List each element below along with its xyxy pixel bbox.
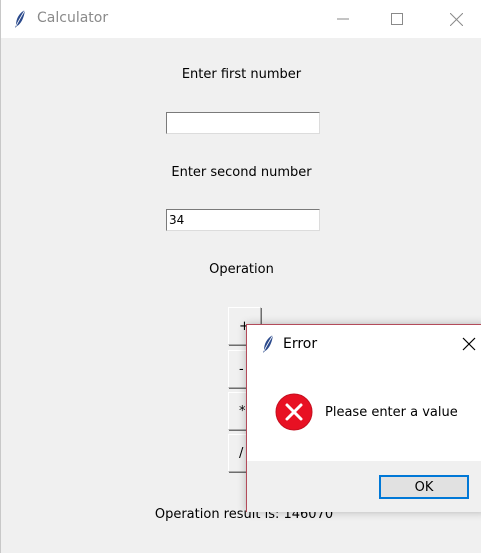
dialog-title-bar[interactable]: Error bbox=[247, 325, 481, 363]
operation-label: Operation bbox=[209, 262, 274, 277]
close-icon[interactable] bbox=[461, 336, 477, 352]
second-number-label: Enter second number bbox=[171, 165, 312, 180]
maximize-button[interactable] bbox=[374, 0, 420, 38]
dialog-footer: OK bbox=[247, 461, 481, 512]
first-number-label: Enter first number bbox=[181, 67, 302, 82]
minimize-button[interactable] bbox=[320, 0, 366, 38]
minimize-icon bbox=[337, 18, 349, 20]
dialog-message: Please enter a value bbox=[325, 405, 458, 420]
window-title: Calculator bbox=[37, 10, 109, 26]
title-bar[interactable]: Calculator bbox=[1, 0, 481, 38]
maximize-icon bbox=[391, 13, 403, 25]
close-button[interactable] bbox=[433, 0, 479, 38]
first-number-input[interactable] bbox=[166, 112, 320, 134]
ok-button[interactable]: OK bbox=[379, 475, 469, 499]
error-icon bbox=[275, 393, 313, 431]
feather-icon bbox=[263, 334, 274, 353]
error-dialog: Error Please enter a value OK bbox=[246, 324, 481, 512]
dialog-body: Please enter a value bbox=[247, 363, 481, 461]
feather-icon bbox=[15, 9, 26, 28]
second-number-input[interactable] bbox=[166, 209, 320, 231]
close-icon bbox=[449, 12, 463, 26]
dialog-title: Error bbox=[283, 336, 318, 352]
